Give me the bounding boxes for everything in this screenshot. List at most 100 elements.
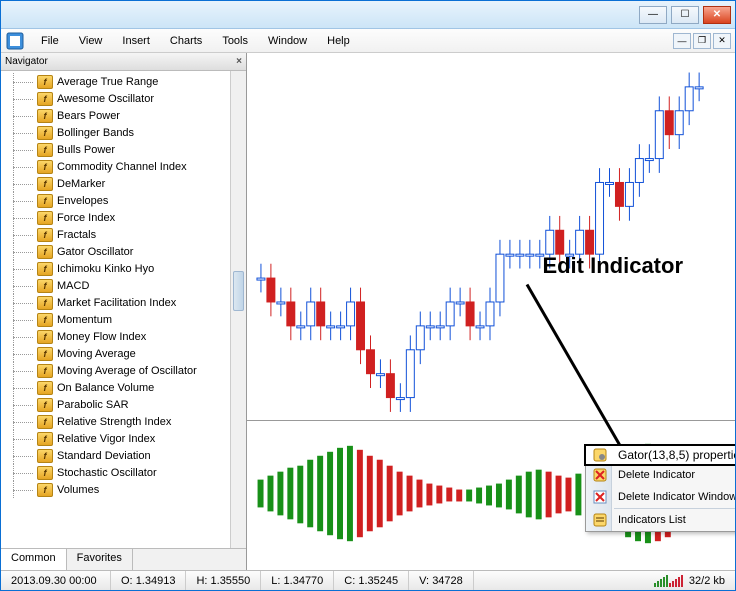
tab-favorites[interactable]: Favorites [67, 549, 133, 570]
navigator-item-label: Momentum [57, 314, 112, 326]
navigator-item[interactable]: fBulls Power [1, 141, 246, 158]
menu-view[interactable]: View [69, 32, 113, 50]
navigator-item[interactable]: f Average True Range [1, 73, 246, 90]
indicator-icon: f [37, 313, 53, 327]
indicator-icon: f [37, 262, 53, 276]
navigator-item[interactable]: f Bears Power [1, 107, 246, 124]
annotation-label: Edit Indicator [542, 253, 683, 279]
navigator-item-label: Relative Vigor Index [57, 433, 155, 445]
navigator-item-label: Commodity Channel Index [57, 161, 187, 173]
indicator-icon: f [37, 279, 53, 293]
indicator-icon: f [37, 432, 53, 446]
indicator-icon: f [37, 75, 53, 89]
ctx-item-delete-indicator[interactable]: Delete Indicator [586, 464, 735, 486]
indicator-icon: f [37, 245, 53, 259]
indicator-icon: f [37, 177, 53, 191]
indicator-icon: f [37, 126, 53, 140]
navigator-item-label: Stochastic Oscillator [57, 467, 157, 479]
indicator-icon: f [37, 228, 53, 242]
network-bars-icon [654, 575, 683, 587]
menu-file[interactable]: File [31, 32, 69, 50]
indicator-icon: f [37, 109, 53, 123]
indicator-icon: f [37, 160, 53, 174]
navigator-item[interactable]: fGator Oscillator [1, 243, 246, 260]
navigator-item[interactable]: fAwesome Oscillator [1, 90, 246, 107]
mdi-close-button[interactable]: ✕ [713, 33, 731, 49]
navigator-item[interactable]: fEnvelopes [1, 192, 246, 209]
navigator-item[interactable]: fMarket Facilitation Index [1, 294, 246, 311]
indicator-icon: f [37, 364, 53, 378]
navigator-close-button[interactable]: × [236, 56, 242, 67]
navigator-item[interactable]: fOn Balance Volume [1, 379, 246, 396]
navigator-item[interactable]: f Relative Vigor Index [1, 430, 246, 447]
indicator-icon: f [37, 398, 53, 412]
navigator-item-label: Volumes [57, 484, 99, 496]
ctx-item-indicators-list[interactable]: Indicators List Ctrl+I [586, 509, 735, 531]
menu-tools[interactable]: Tools [212, 32, 258, 50]
status-close: C: 1.35245 [334, 571, 409, 590]
navigator-item[interactable]: f Bollinger Bands [1, 124, 246, 141]
indicator-icon: f [37, 483, 53, 497]
menubar: File View Insert Charts Tools Window Hel… [1, 29, 735, 53]
status-high: H: 1.35550 [186, 571, 261, 590]
navigator-item[interactable]: f MACD [1, 277, 246, 294]
app-window: — ☐ ✕ File View Insert Charts Tools Wind… [0, 0, 736, 591]
status-datetime: 2013.09.30 00:00 [1, 571, 111, 590]
navigator-tabs: Common Favorites [1, 548, 246, 570]
menu-insert[interactable]: Insert [112, 32, 160, 50]
statusbar: 2013.09.30 00:00 O: 1.34913 H: 1.35550 L… [1, 570, 735, 590]
window-minimize-button[interactable]: — [639, 6, 667, 24]
indicator-icon: f [37, 466, 53, 480]
navigator-item[interactable]: f Ichimoku Kinko Hyo [1, 260, 246, 277]
navigator-item-label: DeMarker [57, 178, 105, 190]
navigator-scroll-thumb[interactable] [233, 271, 244, 311]
navigator-item[interactable]: fMoving Average [1, 345, 246, 362]
navigator-item[interactable]: fFractals [1, 226, 246, 243]
navigator-item[interactable]: f DeMarker [1, 175, 246, 192]
navigator-item[interactable]: fForce Index [1, 209, 246, 226]
navigator-item-label: Standard Deviation [57, 450, 151, 462]
navigator-item-label: Money Flow Index [57, 331, 146, 343]
ctx-item-properties[interactable]: Gator(13,8,5) properties... [584, 444, 735, 466]
ctx-label-properties: Gator(13,8,5) properties... [618, 448, 735, 462]
navigator-item-label: Parabolic SAR [57, 399, 129, 411]
navigator-item-label: MACD [57, 280, 89, 292]
chart-area[interactable]: Edit Indicator Gator(13,8,5) properties.… [247, 53, 735, 570]
navigator-item-label: Average True Range [57, 76, 158, 88]
indicator-icon: f [37, 347, 53, 361]
navigator-header: Navigator × [1, 53, 246, 71]
ctx-label-delete-window: Delete Indicator Window [618, 491, 735, 503]
status-open: O: 1.34913 [111, 571, 186, 590]
indicator-icon: f [37, 381, 53, 395]
ctx-item-delete-window[interactable]: Delete Indicator Window [586, 486, 735, 508]
navigator-tree[interactable]: fAverage True RangefAwesome OscillatorfB… [1, 71, 246, 548]
navigator-item[interactable]: fRelative Strength Index [1, 413, 246, 430]
mdi-minimize-button[interactable]: — [673, 33, 691, 49]
navigator-item[interactable]: f Commodity Channel Index [1, 158, 246, 175]
menu-charts[interactable]: Charts [160, 32, 212, 50]
navigator-item-label: Bollinger Bands [57, 127, 134, 139]
delete-indicator-icon [592, 467, 608, 483]
navigator-item-label: Moving Average of Oscillator [57, 365, 197, 377]
navigator-item-label: Ichimoku Kinko Hyo [57, 263, 154, 275]
navigator-scrollbar[interactable] [230, 71, 246, 548]
navigator-item[interactable]: fMoney Flow Index [1, 328, 246, 345]
tab-common[interactable]: Common [1, 549, 67, 570]
navigator-item[interactable]: f Stochastic Oscillator [1, 464, 246, 481]
status-volume: V: 34728 [409, 571, 474, 590]
window-close-button[interactable]: ✕ [703, 6, 731, 24]
navigator-item[interactable]: f Momentum [1, 311, 246, 328]
window-maximize-button[interactable]: ☐ [671, 6, 699, 24]
indicator-icon: f [37, 194, 53, 208]
navigator-item[interactable]: f Moving Average of Oscillator [1, 362, 246, 379]
navigator-item-label: Bears Power [57, 110, 120, 122]
navigator-item[interactable]: f Volumes [1, 481, 246, 498]
navigator-item-label: Relative Strength Index [57, 416, 171, 428]
navigator-item[interactable]: f Parabolic SAR [1, 396, 246, 413]
menu-window[interactable]: Window [258, 32, 317, 50]
menu-help[interactable]: Help [317, 32, 360, 50]
mdi-restore-button[interactable]: ❐ [693, 33, 711, 49]
main-area: Navigator × f Average True Range fAwesome … [1, 53, 735, 570]
navigator-item[interactable]: fStandard Deviation [1, 447, 246, 464]
indicator-icon: f [37, 143, 53, 157]
